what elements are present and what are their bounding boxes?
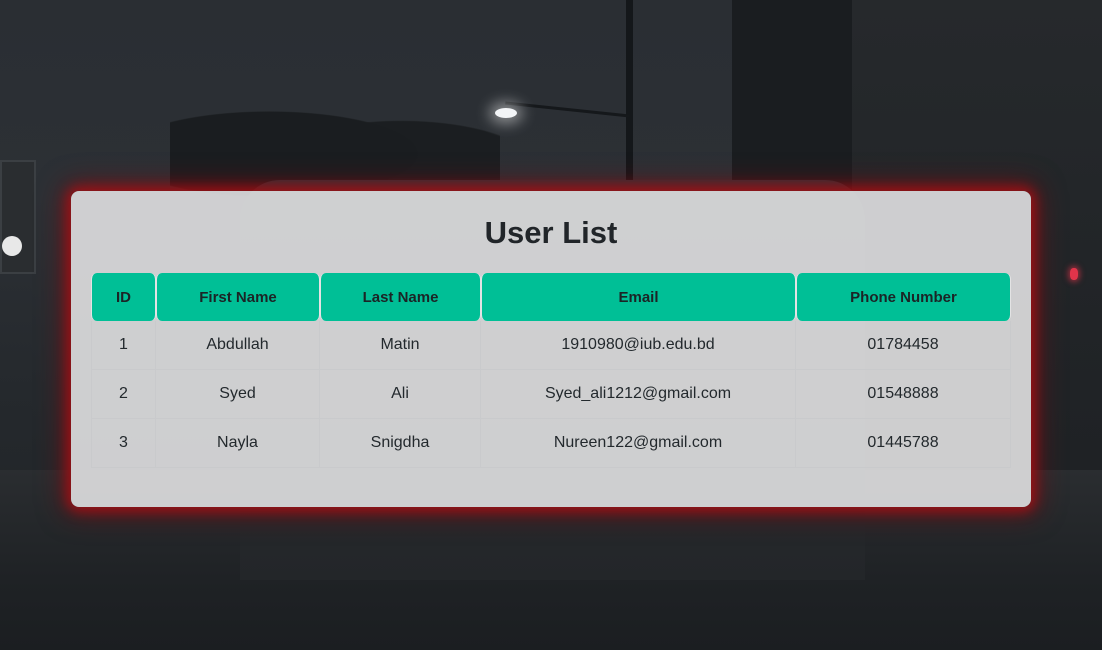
street-lamp-light <box>495 108 517 118</box>
traffic-light <box>2 236 22 256</box>
cell-last-name: Matin <box>320 321 481 370</box>
cell-id: 1 <box>91 321 156 370</box>
traffic-signal <box>0 160 36 274</box>
user-list-card: User List ID First Name Last Name Email … <box>71 191 1031 507</box>
street-lamp-pole <box>626 0 633 195</box>
cell-first-name: Abdullah <box>156 321 320 370</box>
cell-first-name: Nayla <box>156 419 320 468</box>
user-table: ID First Name Last Name Email Phone Numb… <box>91 273 1011 468</box>
column-header-last-name: Last Name <box>320 273 481 321</box>
table-row: 1 Abdullah Matin 1910980@iub.edu.bd 0178… <box>91 321 1011 370</box>
column-header-email: Email <box>481 273 796 321</box>
distant-red-light <box>1070 268 1078 280</box>
cell-email: 1910980@iub.edu.bd <box>481 321 796 370</box>
table-row: 3 Nayla Snigdha Nureen122@gmail.com 0144… <box>91 419 1011 468</box>
building <box>732 0 852 210</box>
table-header-row: ID First Name Last Name Email Phone Numb… <box>91 273 1011 321</box>
cell-phone-number: 01445788 <box>796 419 1011 468</box>
page-title: User List <box>484 215 618 250</box>
cell-phone-number: 01548888 <box>796 370 1011 419</box>
cell-last-name: Ali <box>320 370 481 419</box>
cell-email: Nureen122@gmail.com <box>481 419 796 468</box>
cell-phone-number: 01784458 <box>796 321 1011 370</box>
cell-id: 3 <box>91 419 156 468</box>
column-header-first-name: First Name <box>156 273 320 321</box>
column-header-phone-number: Phone Number <box>796 273 1011 321</box>
cell-first-name: Syed <box>156 370 320 419</box>
cell-last-name: Snigdha <box>320 419 481 468</box>
table-row: 2 Syed Ali Syed_ali1212@gmail.com 015488… <box>91 370 1011 419</box>
cell-email: Syed_ali1212@gmail.com <box>481 370 796 419</box>
column-header-id: ID <box>91 273 156 321</box>
cell-id: 2 <box>91 370 156 419</box>
